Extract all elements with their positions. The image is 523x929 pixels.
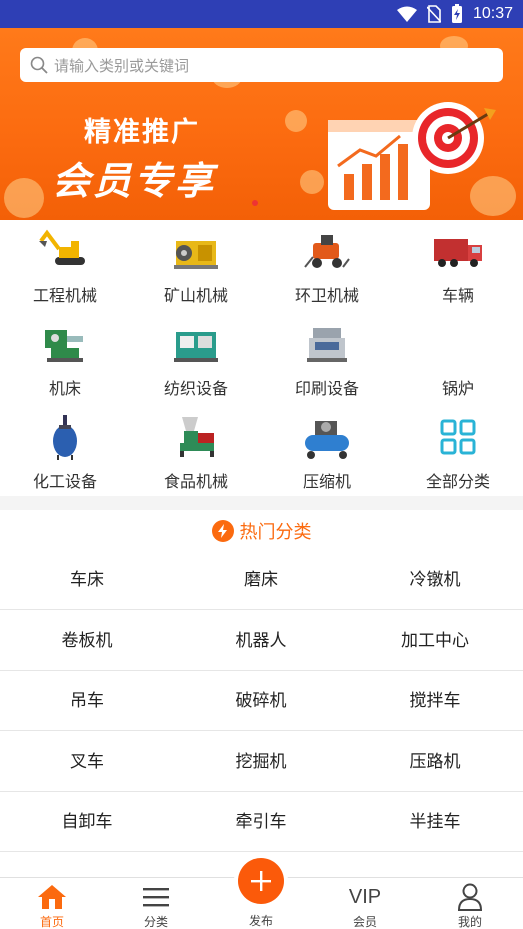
home-icon xyxy=(38,885,66,909)
hot-categories-section: 热门分类 车床 磨床 冷镦机 卷板机 机器人 加工中心 吊车 破碎机 搅拌车 叉… xyxy=(0,510,523,907)
carousel-indicator[interactable] xyxy=(252,200,258,206)
grid-icon xyxy=(440,419,476,455)
food-machine-icon xyxy=(180,417,214,457)
category-item-printing[interactable]: 印刷设备 xyxy=(262,313,392,405)
wifi-icon xyxy=(396,6,417,22)
publish-button[interactable] xyxy=(238,858,284,904)
search-icon xyxy=(30,56,48,74)
compressor-icon xyxy=(305,421,349,459)
category-item-construction[interactable]: 工程机械 xyxy=(0,220,130,312)
category-label: 车辆 xyxy=(441,286,474,305)
table-row: 车床 磨床 冷镦机 xyxy=(0,550,523,610)
category-label: 矿山机械 xyxy=(163,286,228,305)
category-label: 机床 xyxy=(48,379,81,398)
publish-label: 发布 xyxy=(248,914,273,928)
promo-banner[interactable]: 请输入类别或关键词 精准推广 会员专享 xyxy=(0,28,523,220)
category-item-mining[interactable]: 矿山机械 xyxy=(131,220,261,312)
category-grid: 工程机械 矿山机械 环卫机械 车辆 机床 纺织设备 印刷设备 锅炉 化工设备 食… xyxy=(0,220,523,496)
hot-item[interactable]: 车床 xyxy=(0,550,174,610)
target-chart-illustration xyxy=(328,102,496,210)
banner-line1: 精准推广 xyxy=(84,117,200,148)
search-bar[interactable]: 请输入类别或关键词 xyxy=(20,48,503,82)
lathe-icon xyxy=(45,330,83,362)
table-row: 卷板机 机器人 加工中心 xyxy=(0,611,523,671)
lightning-icon xyxy=(211,520,234,542)
nav-vip-label: 会员 xyxy=(352,915,377,929)
no-sim-icon xyxy=(426,5,441,23)
banner-line2: 会员专享 xyxy=(52,159,217,203)
category-label: 食品机械 xyxy=(163,472,228,491)
plus-icon xyxy=(251,871,271,891)
reactor-icon xyxy=(53,415,77,460)
category-label: 环卫机械 xyxy=(294,286,359,305)
user-icon xyxy=(457,883,483,911)
hot-item[interactable]: 机器人 xyxy=(174,611,348,671)
hot-item[interactable]: 挖掘机 xyxy=(174,732,348,792)
search-placeholder: 请输入类别或关键词 xyxy=(54,56,190,75)
excavator-icon xyxy=(39,229,85,265)
category-item-chemical[interactable]: 化工设备 xyxy=(0,406,130,498)
category-label: 全部分类 xyxy=(425,472,490,491)
category-label: 化工设备 xyxy=(32,472,97,491)
table-row: 自卸车 牵引车 半挂车 xyxy=(0,792,523,852)
app-screen: 10:37 请输入类别或关键词 精准推广 会员专享 工程机械 矿山机械 环卫机械… xyxy=(0,0,523,929)
crusher-icon xyxy=(174,241,218,269)
status-bar: 10:37 xyxy=(0,0,523,28)
hot-item[interactable]: 搅拌车 xyxy=(348,671,522,731)
category-label: 压缩机 xyxy=(302,472,351,491)
category-item-compressor[interactable]: 压缩机 xyxy=(262,406,392,498)
nav-vip[interactable]: VIP 会员 xyxy=(313,878,417,929)
hot-item[interactable]: 自卸车 xyxy=(0,792,174,852)
nav-mine-label: 我的 xyxy=(457,915,482,929)
hot-item[interactable]: 磨床 xyxy=(174,550,348,610)
hot-item[interactable]: 半挂车 xyxy=(348,792,522,852)
truck-icon xyxy=(434,239,482,267)
nav-home[interactable]: 首页 xyxy=(0,878,104,929)
nav-mine[interactable]: 我的 xyxy=(418,878,522,929)
table-row: 吊车 破碎机 搅拌车 xyxy=(0,671,523,731)
nav-category-label: 分类 xyxy=(143,915,168,929)
hot-item[interactable]: 卷板机 xyxy=(0,611,174,671)
nav-home-label: 首页 xyxy=(39,915,64,929)
textile-machine-icon xyxy=(174,332,218,362)
hot-categories-header: 热门分类 xyxy=(0,518,523,544)
hot-item[interactable]: 牵引车 xyxy=(174,792,348,852)
battery-charging-icon xyxy=(451,4,462,23)
hot-item[interactable]: 破碎机 xyxy=(174,671,348,731)
menu-icon xyxy=(143,888,169,907)
printing-machine-icon xyxy=(307,328,347,362)
hot-item[interactable]: 压路机 xyxy=(348,732,522,792)
hot-item[interactable]: 加工中心 xyxy=(348,611,522,671)
category-label: 印刷设备 xyxy=(294,379,359,398)
nav-category[interactable]: 分类 xyxy=(104,878,208,929)
category-item-sanitation[interactable]: 环卫机械 xyxy=(262,220,392,312)
hot-item[interactable]: 叉车 xyxy=(0,732,174,792)
boiler-icon xyxy=(428,319,488,369)
hot-item[interactable]: 冷镦机 xyxy=(348,550,522,610)
category-label: 工程机械 xyxy=(32,286,97,305)
sweeper-icon xyxy=(304,235,350,268)
table-row: 叉车 挖掘机 压路机 xyxy=(0,732,523,792)
category-item-machine-tools[interactable]: 机床 xyxy=(0,313,130,405)
clock: 10:37 xyxy=(472,5,513,22)
category-label: 锅炉 xyxy=(441,379,474,398)
category-label: 纺织设备 xyxy=(163,379,228,398)
category-item-vehicles[interactable]: 车辆 xyxy=(393,220,523,312)
category-item-all[interactable]: 全部分类 xyxy=(393,406,523,498)
category-item-boiler[interactable]: 锅炉 xyxy=(393,313,523,405)
hot-categories-title: 热门分类 xyxy=(239,522,312,543)
vip-icon: VIP xyxy=(348,885,382,908)
hot-item[interactable]: 吊车 xyxy=(0,671,174,731)
category-item-textile[interactable]: 纺织设备 xyxy=(131,313,261,405)
category-item-food[interactable]: 食品机械 xyxy=(131,406,261,498)
